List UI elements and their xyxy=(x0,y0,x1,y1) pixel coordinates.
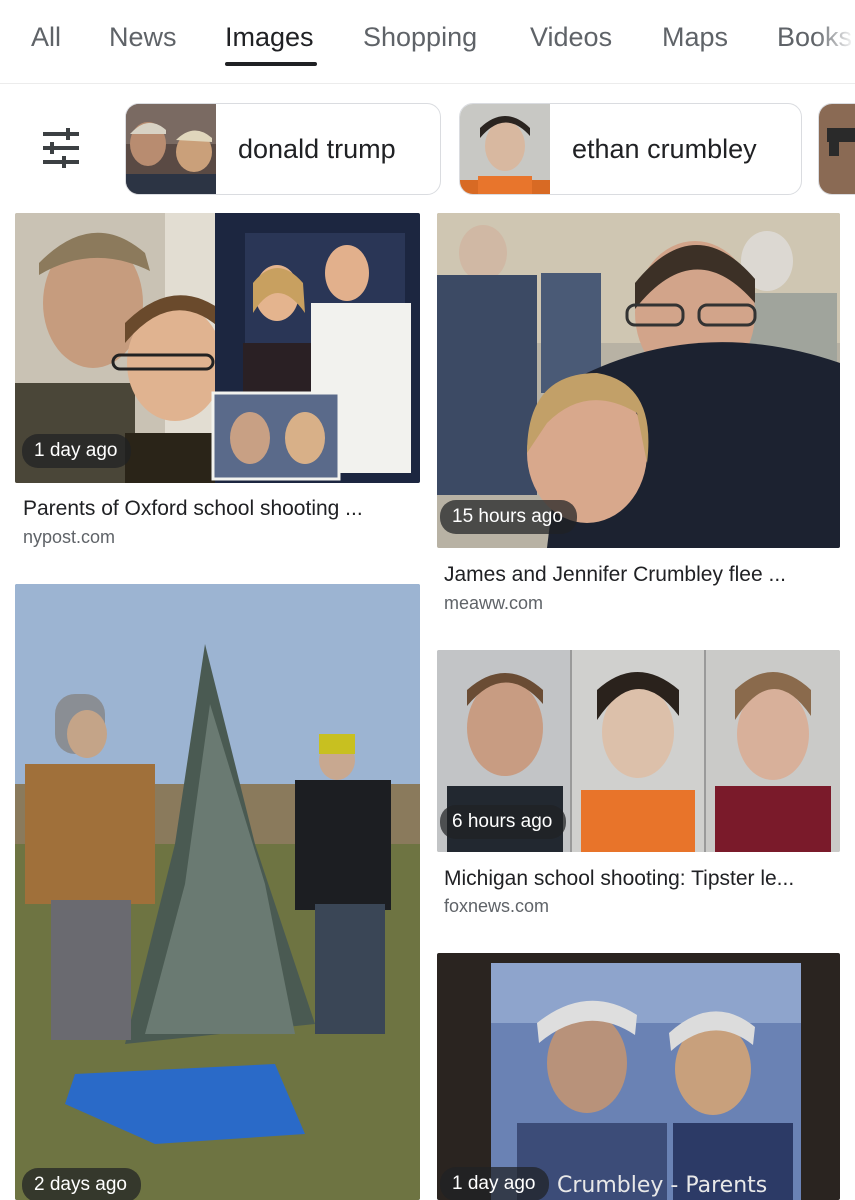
image-result[interactable]: Crumbley - Parents 1 day ago xyxy=(437,953,840,1200)
image-result[interactable]: 15 hours ago James and Jennifer Crumbley… xyxy=(437,213,840,623)
time-badge: 2 days ago xyxy=(22,1168,141,1200)
tab-shopping[interactable]: Shopping xyxy=(363,22,477,53)
tab-maps[interactable]: Maps xyxy=(662,22,728,53)
chip-label: donald trump xyxy=(238,134,396,164)
image-result[interactable]: 1 day ago Parents of Oxford school shoot… xyxy=(15,213,420,563)
image-result[interactable]: 6 hours ago Michigan school shooting: Ti… xyxy=(437,650,840,922)
chip-thumbnail xyxy=(460,104,550,194)
tab-videos[interactable]: Videos xyxy=(530,22,612,53)
active-tab-indicator xyxy=(225,62,317,66)
time-badge: 15 hours ago xyxy=(440,500,577,534)
time-badge: 1 day ago xyxy=(22,434,132,468)
chip-donald-trump[interactable]: donald trump xyxy=(125,103,441,195)
result-title[interactable]: Parents of Oxford school shooting ... xyxy=(23,497,363,521)
result-image xyxy=(437,213,840,548)
tab-news[interactable]: News xyxy=(109,22,177,53)
time-badge: 1 day ago xyxy=(440,1167,550,1200)
overlay-caption: Crumbley - Parents xyxy=(557,1173,768,1198)
result-source[interactable]: meaww.com xyxy=(444,593,543,614)
result-image xyxy=(437,953,840,1200)
tabs-fade xyxy=(815,0,855,83)
time-badge: 6 hours ago xyxy=(440,805,567,839)
result-source[interactable]: foxnews.com xyxy=(444,896,549,917)
image-result[interactable]: 2 days ago xyxy=(15,584,420,1200)
chip-ethan-crumbley[interactable]: ethan crumbley xyxy=(459,103,802,195)
chip-thumbnail xyxy=(819,104,855,194)
chip-thumbnail xyxy=(126,104,216,194)
result-title[interactable]: Michigan school shooting: Tipster le... xyxy=(444,867,794,891)
result-source[interactable]: nypost.com xyxy=(23,527,115,548)
chip-label: ethan crumbley xyxy=(572,134,757,164)
result-title[interactable]: James and Jennifer Crumbley flee ... xyxy=(444,563,786,587)
related-searches-row: donald trump ethan crumbley xyxy=(0,84,855,212)
chip-more[interactable] xyxy=(818,103,855,195)
search-tabs: All News Images Shopping Videos Maps Boo… xyxy=(0,0,855,84)
result-image xyxy=(15,584,420,1200)
tab-images[interactable]: Images xyxy=(225,22,314,53)
filter-icon[interactable] xyxy=(40,128,82,168)
tab-all[interactable]: All xyxy=(31,22,61,53)
